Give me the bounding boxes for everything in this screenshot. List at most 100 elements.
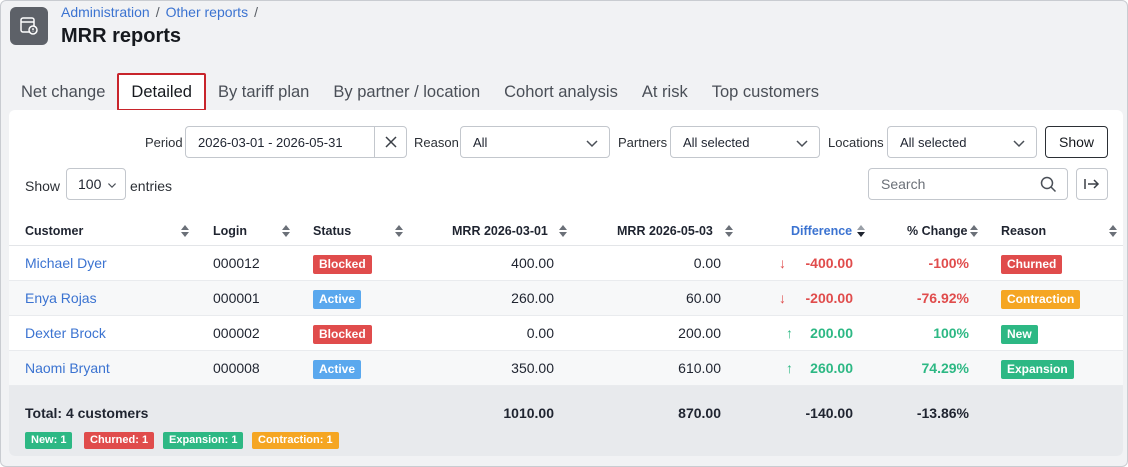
clear-period-button[interactable] [374,126,407,158]
chevron-down-icon [796,140,808,148]
summary-badge-contraction: Contraction: 1 [252,432,339,449]
export-icon [1084,179,1100,189]
search-input[interactable]: Search [868,168,1068,200]
summary-badge-expansion: Expansion: 1 [163,432,244,449]
period-input[interactable]: 2026-03-01 - 2026-05-31 [185,126,375,158]
table-row: Enya Rojas 000001 Active 260.00 60.00 ↓ … [9,281,1123,316]
reason-select[interactable]: All [460,126,610,158]
difference-cell: 200.00 [810,325,853,341]
table-row: Michael Dyer 000012 Blocked 400.00 0.00 … [9,246,1123,281]
mrr-end-cell: 610.00 [678,360,721,376]
sort-icon[interactable] [395,225,403,237]
difference-cell: -200.00 [805,290,853,306]
page-size-value: 100 [78,176,102,192]
status-badge: Active [313,290,362,309]
column-header-customer[interactable]: Customer [25,216,83,246]
pct-change-cell: -76.92% [916,290,969,306]
tab-detailed[interactable]: Detailed [117,73,206,111]
tab-by-partner-location[interactable]: By partner / location [321,73,492,111]
table-header: Customer Login Status MRR 2026-03-01 MRR… [9,216,1123,246]
mrr-start-cell: 350.00 [511,360,554,376]
mrr-start-cell: 260.00 [511,290,554,306]
locations-select[interactable]: All selected [887,126,1037,158]
sort-desc-icon[interactable] [857,225,865,237]
sort-icon[interactable] [725,225,733,237]
period-label: Period [145,135,183,150]
tab-by-tariff-plan[interactable]: By tariff plan [206,73,321,111]
status-badge: Blocked [313,255,372,274]
show-entries-label: Show [25,178,61,194]
breadcrumb-separator: / [254,4,258,20]
chevron-down-icon [586,140,598,148]
total-mrr-start: 1010.00 [503,405,554,421]
login-cell: 000001 [213,290,260,306]
reason-label: Reason [414,135,459,150]
table-row: Dexter Brock 000002 Blocked 0.00 200.00 … [9,316,1123,351]
show-button[interactable]: Show [1045,126,1108,158]
partners-label: Partners [618,135,668,150]
tab-at-risk[interactable]: At risk [630,73,700,111]
customer-link[interactable]: Naomi Bryant [25,351,110,386]
column-header-login[interactable]: Login [213,216,247,246]
export-button[interactable] [1076,168,1108,200]
login-cell: 000002 [213,325,260,341]
partners-select[interactable]: All selected [670,126,820,158]
window: Administration / Other reports / MRR rep… [0,0,1128,467]
pct-change-cell: 100% [933,325,969,341]
column-header-difference[interactable]: Difference [791,216,852,246]
sort-icon[interactable] [282,225,290,237]
mrr-start-cell: 400.00 [511,255,554,271]
total-difference: -140.00 [805,405,853,421]
column-header-mrr-end[interactable]: MRR 2026-05-03 [617,216,713,246]
mrr-end-cell: 0.00 [693,255,721,271]
breadcrumb-other-reports[interactable]: Other reports [166,4,248,20]
summary-badge-new: New: 1 [25,432,73,449]
difference-cell: 260.00 [810,360,853,376]
report-panel: Period 2026-03-01 - 2026-05-31 Reason Al… [9,110,1123,456]
customer-link[interactable]: Michael Dyer [25,246,107,281]
page-title: MRR reports [61,25,182,47]
status-badge: Blocked [313,325,372,344]
pct-change-cell: 74.29% [921,360,969,376]
status-badge: Active [313,360,362,379]
chevron-down-icon [1013,140,1025,148]
mrr-start-cell: 0.00 [526,325,554,341]
sort-icon[interactable] [1109,225,1117,237]
summary-badge-churned: Churned: 1 [84,432,155,449]
breadcrumb-administration[interactable]: Administration [61,4,150,20]
total-label: Total: 4 customers [25,405,149,421]
search-placeholder: Search [881,176,926,192]
report-page-icon [10,7,48,45]
search-icon[interactable] [1040,176,1057,193]
sort-icon[interactable] [559,225,567,237]
entries-label: entries [130,178,173,194]
tab-top-customers[interactable]: Top customers [700,73,831,111]
arrow-down-icon: ↓ [779,290,786,306]
column-header-pct-change[interactable]: % Change [907,216,967,246]
reason-badge: New [1001,325,1038,344]
locations-label: Locations [828,135,884,150]
mrr-end-cell: 60.00 [685,290,721,306]
column-header-reason[interactable]: Reason [1001,216,1046,246]
total-pct-change: -13.86% [916,405,969,421]
difference-cell: -400.00 [805,255,853,271]
tab-cohort-analysis[interactable]: Cohort analysis [492,73,630,111]
column-header-mrr-start[interactable]: MRR 2026-03-01 [452,216,548,246]
arrow-down-icon: ↓ [779,255,786,271]
customer-link[interactable]: Dexter Brock [25,316,106,351]
customer-link[interactable]: Enya Rojas [25,281,97,316]
page-size-select[interactable]: 100 [66,168,126,200]
tab-net-change[interactable]: Net change [9,73,117,111]
reason-select-value: All [473,134,488,150]
reason-badge: Contraction [1001,290,1081,309]
sort-icon[interactable] [970,225,978,237]
total-mrr-end: 870.00 [678,405,721,421]
table-row: Naomi Bryant 000008 Active 350.00 610.00… [9,351,1123,386]
sort-icon[interactable] [181,225,189,237]
mrr-end-cell: 200.00 [678,325,721,341]
locations-select-value: All selected [900,134,967,150]
login-cell: 000012 [213,255,260,271]
column-header-status[interactable]: Status [313,216,351,246]
report-tabs: Net change Detailed By tariff plan By pa… [9,73,831,111]
chevron-down-icon [108,183,116,188]
